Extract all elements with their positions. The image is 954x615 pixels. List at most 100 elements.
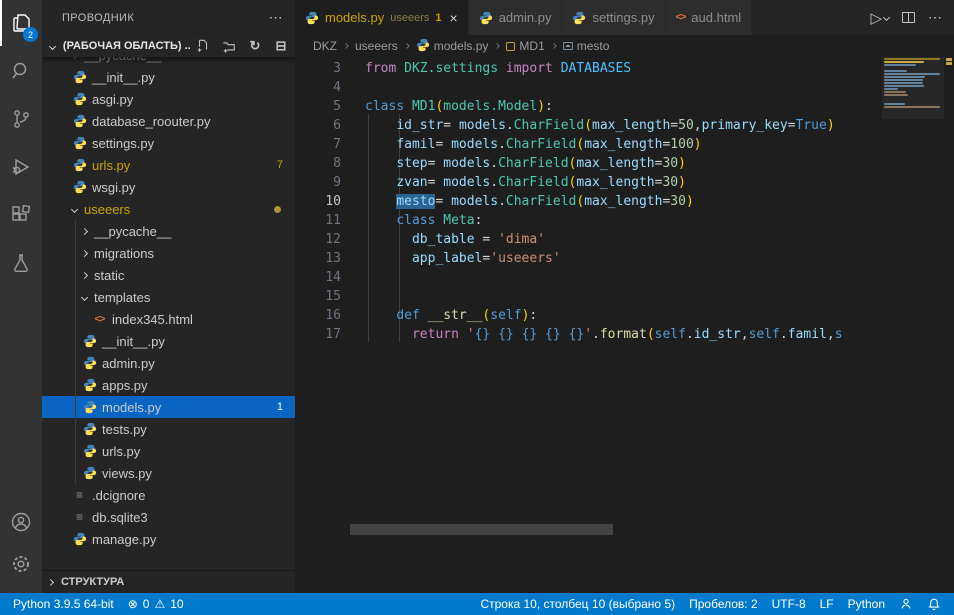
minimap[interactable] (882, 57, 944, 357)
account-icon[interactable] (0, 499, 42, 545)
workspace-section-header[interactable]: (РАБОЧАЯ ОБЛАСТЬ) ... ↻ ⊟ (42, 35, 295, 57)
line-number: 14 (295, 268, 341, 287)
tree-file-tests.py[interactable]: tests.py (42, 418, 295, 440)
python-file-icon (82, 356, 97, 370)
tree-file-views.py[interactable]: views.py (42, 462, 295, 484)
run-button[interactable]: ▷ (870, 9, 889, 27)
editor-more-actions-icon[interactable]: ⋯ (928, 9, 942, 26)
tree-folder-static[interactable]: static (42, 264, 295, 286)
editor-group: models.pyuseeers1×admin.py settings.py <>a… (295, 0, 954, 593)
tree-folder-migrations[interactable]: migrations (42, 242, 295, 264)
tree-file-settings.py[interactable]: settings.py (42, 132, 295, 154)
notifications-bell-icon[interactable] (920, 593, 948, 615)
language-mode-status[interactable]: Python (841, 593, 892, 615)
tree-file-db.sqlite3[interactable]: ≡db.sqlite3 (42, 506, 295, 528)
refresh-icon[interactable]: ↻ (247, 38, 263, 54)
outline-section-header[interactable]: СТРУКТУРА (42, 570, 295, 593)
chevron-right-icon (81, 271, 88, 278)
tree-folder-templates[interactable]: templates (42, 286, 295, 308)
tree-item-label: __pycache__ (84, 57, 161, 63)
tree-file-admin.py[interactable]: admin.py (42, 352, 295, 374)
tab-admin.py[interactable]: admin.py (469, 0, 563, 35)
breadcrumb-models.py[interactable]: models.py (416, 38, 489, 55)
encoding-status[interactable]: UTF-8 (765, 593, 813, 615)
tab-aud.html[interactable]: <>aud.html (666, 0, 753, 35)
tree-file-.dcignore[interactable]: ≡.dcignore (42, 484, 295, 506)
explorer-icon[interactable]: 2 (0, 0, 42, 46)
run-debug-icon[interactable] (0, 144, 42, 190)
breadcrumb-mesto[interactable]: mesto (563, 39, 610, 53)
python-file-icon (72, 114, 87, 128)
search-icon[interactable] (0, 48, 42, 94)
html-file-icon: <> (676, 12, 686, 23)
tree-file-models.py[interactable]: models.py1 (42, 396, 295, 418)
indentation-status[interactable]: Пробелов: 2 (682, 593, 765, 615)
tree-file-__init__.py[interactable]: __init__.py (42, 66, 295, 88)
tab-close-icon[interactable]: × (450, 10, 458, 26)
minimap-line (884, 91, 906, 93)
settings-gear-icon[interactable] (0, 541, 42, 587)
breadcrumb-useeers[interactable]: useeers (355, 39, 398, 53)
minimap-line (884, 88, 898, 90)
code-line: from DKZ.settings import DATABASES (365, 59, 631, 78)
code-line: step= models.CharField(max_length=30) (365, 154, 686, 173)
tree-file-urls.py[interactable]: urls.py (42, 440, 295, 462)
tree-item-label: asgi.py (92, 92, 133, 107)
explorer-more-actions-icon[interactable]: ⋯ (269, 9, 283, 26)
breadcrumb-label: mesto (577, 39, 610, 53)
breadcrumb-separator-icon (343, 43, 349, 49)
breadcrumb-MD1[interactable]: MD1 (506, 39, 544, 53)
minimap-line (884, 103, 905, 105)
line-number: 5 (295, 97, 341, 116)
overview-ruler (944, 57, 954, 593)
breadcrumb-separator-icon (495, 43, 501, 49)
tree-file-asgi.py[interactable]: asgi.py (42, 88, 295, 110)
tab-label: settings.py (592, 10, 654, 25)
new-file-icon[interactable] (195, 38, 211, 54)
collapse-all-icon[interactable]: ⊟ (273, 38, 289, 54)
chevron-right-icon (71, 57, 78, 59)
source-control-icon[interactable] (0, 96, 42, 142)
cursor-position-status[interactable]: Строка 10, столбец 10 (выбрано 5) (473, 593, 682, 615)
tree-folder-useeers[interactable]: useeers (42, 198, 295, 220)
tree-file-urls.py[interactable]: urls.py7 (42, 154, 295, 176)
breadcrumb-DKZ[interactable]: DKZ (313, 39, 337, 53)
python-interpreter-status[interactable]: Python 3.9.5 64-bit (6, 593, 121, 615)
line-number: 7 (295, 135, 341, 154)
line-number: 4 (295, 78, 341, 97)
tree-file-index345.html[interactable]: <>index345.html (42, 308, 295, 330)
testing-icon[interactable] (0, 240, 42, 286)
minimap-line (884, 76, 925, 78)
tree-file-database_roouter.py[interactable]: database_roouter.py (42, 110, 295, 132)
eol-status[interactable]: LF (813, 593, 841, 615)
new-folder-icon[interactable] (221, 38, 237, 54)
split-editor-icon[interactable] (902, 12, 915, 23)
tree-item-label: useeers (84, 202, 130, 217)
line-number: 12 (295, 230, 341, 249)
minimap-line (884, 64, 916, 66)
tree-file-wsgi.py[interactable]: wsgi.py (42, 176, 295, 198)
horizontal-scrollbar[interactable] (350, 524, 613, 535)
tree-item-label: migrations (94, 246, 154, 261)
python-file-icon (82, 466, 97, 480)
code-line: return '{} {} {} {} {}'.format(self.id_s… (365, 325, 843, 344)
problems-status[interactable]: ⊗ 0 ⚠ 10 (121, 593, 191, 615)
extensions-icon[interactable] (0, 192, 42, 238)
tree-file-apps.py[interactable]: apps.py (42, 374, 295, 396)
tree-file-manage.py[interactable]: manage.py (42, 528, 295, 550)
problems-badge: 1 (277, 401, 283, 413)
tree-folder-__pycache__[interactable]: __pycache__ (42, 220, 295, 242)
breadcrumb-separator-icon (404, 43, 410, 49)
tree-item-label: urls.py (92, 158, 130, 173)
modified-dot-icon (274, 206, 281, 213)
tree-file-__init__.py[interactable]: __init__.py (42, 330, 295, 352)
line-number: 8 (295, 154, 341, 173)
python-file-icon (82, 378, 97, 392)
tree-folder-__pycache__[interactable]: __pycache__ (42, 57, 295, 66)
tab-models.py[interactable]: models.pyuseeers1× (295, 0, 469, 35)
tab-settings.py[interactable]: settings.py (562, 0, 665, 35)
code-area[interactable]: 3from DKZ.settings import DATABASES45cla… (295, 57, 954, 593)
minimap-line (884, 61, 924, 63)
feedback-icon[interactable] (892, 593, 920, 615)
python-file-icon (82, 422, 97, 436)
